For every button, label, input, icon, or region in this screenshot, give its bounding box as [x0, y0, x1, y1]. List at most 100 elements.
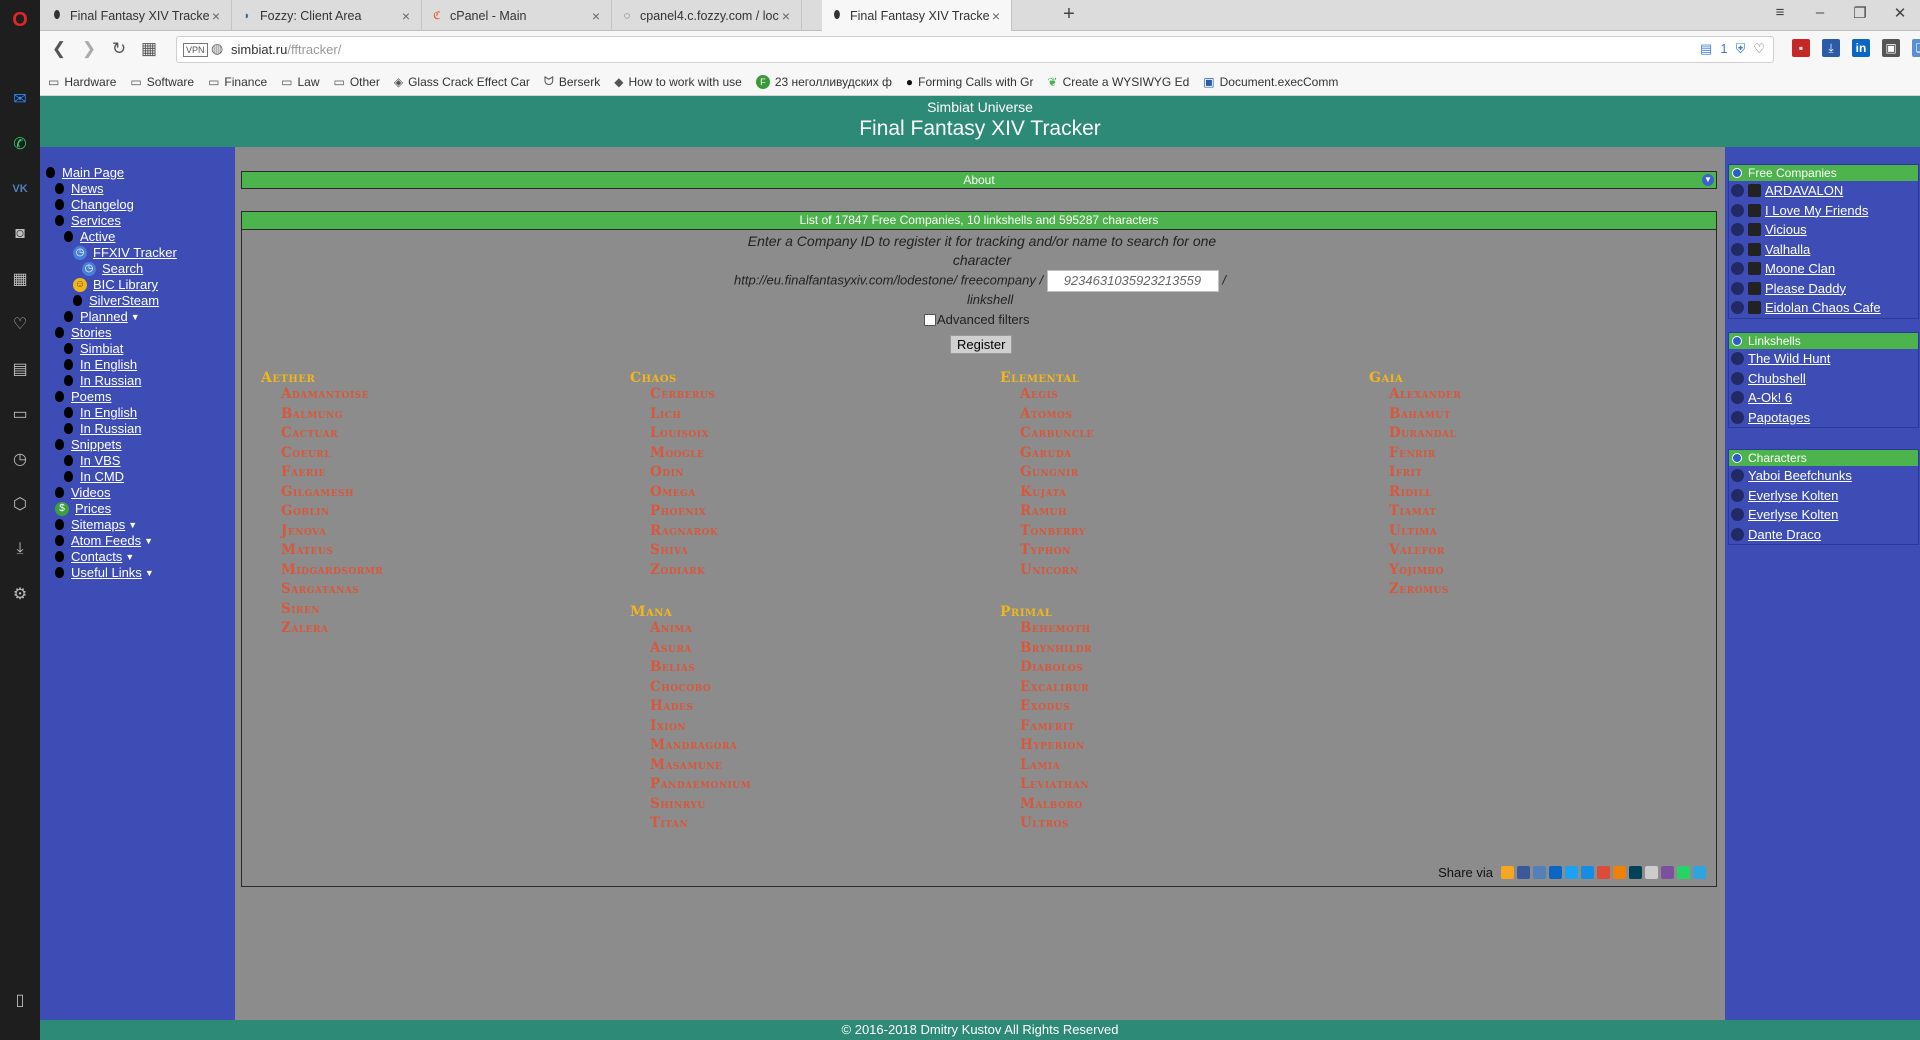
adblock-count[interactable]: 1	[1720, 41, 1727, 57]
sidebar-entry[interactable]: Everlyse Kolten	[1729, 486, 1918, 506]
server-link[interactable]: Unicorn	[1020, 562, 1094, 582]
close-icon[interactable]: ×	[399, 8, 413, 24]
close-icon[interactable]: ×	[209, 8, 223, 24]
nav-poems-russian[interactable]: In Russian	[64, 421, 141, 436]
server-link[interactable]: Typhon	[1020, 542, 1094, 562]
server-link[interactable]: Ridill	[1389, 484, 1461, 504]
server-link[interactable]: Cerberus	[650, 386, 718, 406]
nav-link[interactable]: In English	[80, 405, 137, 420]
chevron-down-icon[interactable]: ▼	[145, 568, 154, 578]
tab-4[interactable]: ◌ cpanel4.c.fozzy.com / loca ×	[612, 0, 802, 31]
server-link[interactable]: Gungnir	[1020, 464, 1094, 484]
expand-icon[interactable]: ▼	[1702, 174, 1714, 186]
nav-search[interactable]: ◷ Search	[82, 261, 143, 276]
server-link[interactable]: Belias	[650, 659, 751, 679]
twitter-icon[interactable]	[1565, 866, 1578, 879]
bookmark-heart-icon[interactable]: ♡	[1753, 41, 1765, 57]
server-link[interactable]: Masamune	[650, 757, 751, 777]
sidebar-entry-link[interactable]: I Love My Friends	[1765, 203, 1868, 218]
server-link[interactable]: Durandal	[1389, 425, 1461, 445]
company-id-input[interactable]: 9234631035923213559	[1046, 270, 1219, 292]
server-link[interactable]: Shiva	[650, 542, 718, 562]
heart-icon[interactable]: ♡	[8, 312, 32, 336]
nav-poems-english[interactable]: In English	[64, 405, 137, 420]
server-link[interactable]: Shinryu	[650, 796, 751, 816]
sidebar-entry[interactable]: Chubshell	[1729, 369, 1918, 389]
facebook-icon[interactable]	[1517, 866, 1530, 879]
nav-link[interactable]: Useful Links	[71, 565, 142, 580]
nav-main-page[interactable]: Main Page	[46, 165, 124, 180]
bookmark-folder[interactable]: ▭ Finance	[208, 75, 267, 89]
bookmark-link[interactable]: ❦ Create a WYSIWYG Ed	[1048, 75, 1190, 89]
nav-stories-english[interactable]: In English	[64, 357, 137, 372]
server-link[interactable]: Ultros	[1020, 815, 1092, 835]
nav-changelog[interactable]: Changelog	[55, 197, 134, 212]
nav-sitemaps[interactable]: Sitemaps ▼	[55, 517, 137, 532]
linkedin-icon[interactable]: in	[1852, 39, 1870, 57]
server-link[interactable]: Excalibur	[1020, 679, 1092, 699]
sidebar-entry-link[interactable]: A-Ok! 6	[1748, 390, 1792, 405]
close-icon[interactable]: ×	[779, 8, 793, 24]
sidebar-toggle-icon[interactable]: ▯	[8, 988, 32, 1012]
nav-link[interactable]: Atom Feeds	[71, 533, 141, 548]
sidebar-entry[interactable]: Everlyse Kolten	[1729, 505, 1918, 525]
extensions-icon[interactable]: ⬡	[8, 492, 32, 516]
messenger-icon[interactable]: ✉	[8, 87, 32, 111]
server-link[interactable]: Alexander	[1389, 386, 1461, 406]
nav-link[interactable]: Sitemaps	[71, 517, 125, 532]
nav-link[interactable]: In English	[80, 357, 137, 372]
nav-link[interactable]: SilverSteam	[89, 293, 159, 308]
advanced-filters-checkbox[interactable]	[924, 313, 936, 326]
settings-icon[interactable]: ⚙	[8, 582, 32, 606]
server-link[interactable]: Hades	[650, 698, 751, 718]
chevron-down-icon[interactable]: ▼	[128, 520, 137, 530]
sidebar-entry-link[interactable]: Everlyse Kolten	[1748, 507, 1838, 522]
nav-stories[interactable]: Stories	[55, 325, 111, 340]
tab-2[interactable]: ◗ Fozzy: Client Area ×	[232, 0, 422, 31]
sidebar-entry[interactable]: A-Ok! 6	[1729, 388, 1918, 408]
server-link[interactable]: Atomos	[1020, 406, 1094, 426]
download-icon[interactable]: ⤓	[8, 537, 32, 561]
server-link[interactable]: Behemoth	[1020, 620, 1092, 640]
server-link[interactable]: Midgardsormr	[281, 562, 383, 582]
speed-dial-icon[interactable]: ▦	[8, 267, 32, 291]
register-button[interactable]: Register	[950, 335, 1013, 354]
nav-prices[interactable]: $ Prices	[55, 501, 111, 516]
telegram-icon[interactable]	[1693, 866, 1706, 879]
whatsapp-share-icon[interactable]	[1677, 866, 1690, 879]
url-field[interactable]: VPN ◍ simbiat.ru/fftracker/ ▤ 1 ⛨ ♡	[176, 36, 1774, 63]
mail-icon[interactable]	[1581, 866, 1594, 879]
extension-download-icon[interactable]: ⤓	[1822, 39, 1840, 57]
minimize-button[interactable]: –	[1808, 4, 1832, 26]
server-link[interactable]: Ragnarok	[650, 523, 718, 543]
server-link[interactable]: Yojimbo	[1389, 562, 1461, 582]
nav-link[interactable]: Stories	[71, 325, 111, 340]
server-link[interactable]: Exodus	[1020, 698, 1092, 718]
server-link[interactable]: Gilgamesh	[281, 484, 383, 504]
nav-link[interactable]: In Russian	[80, 421, 141, 436]
server-link[interactable]: Bahamut	[1389, 406, 1461, 426]
site-title[interactable]: Final Fantasy XIV Tracker	[40, 117, 1920, 141]
sidebar-entry[interactable]: Please Daddy	[1729, 279, 1918, 299]
bookmark-folder[interactable]: ▭ Law	[281, 75, 319, 89]
sidebar-entry[interactable]: ARDAVALON	[1729, 181, 1918, 201]
nav-link[interactable]: In VBS	[80, 453, 120, 468]
bookmark-link[interactable]: ◈ Glass Crack Effect Car	[394, 75, 530, 89]
tab-1[interactable]: ⬮ Final Fantasy XIV Tracker - ×	[42, 0, 232, 31]
server-link[interactable]: Cactuar	[281, 425, 383, 445]
sidebar-entry-link[interactable]: Yaboi Beefchunks	[1748, 468, 1852, 483]
back-icon[interactable]: ❮	[48, 39, 70, 61]
server-link[interactable]: Faerie	[281, 464, 383, 484]
sidebar-entry[interactable]: Vicious	[1729, 220, 1918, 240]
sidebar-entry-link[interactable]: Papotages	[1748, 410, 1810, 425]
extension-red-icon[interactable]: ▪	[1792, 39, 1810, 57]
close-icon[interactable]: ×	[589, 8, 603, 24]
nav-bic-library[interactable]: ☺ BIC Library	[73, 277, 158, 292]
nav-link[interactable]: Planned	[80, 309, 128, 324]
sidebar-entry-link[interactable]: Everlyse Kolten	[1748, 488, 1838, 503]
nav-link[interactable]: Simbiat	[80, 341, 123, 356]
server-link[interactable]: Ifrit	[1389, 464, 1461, 484]
viber-icon[interactable]	[1661, 866, 1674, 879]
extension-blue-icon[interactable]: ❏	[1912, 39, 1920, 57]
nav-in-cmd[interactable]: In CMD	[64, 469, 124, 484]
